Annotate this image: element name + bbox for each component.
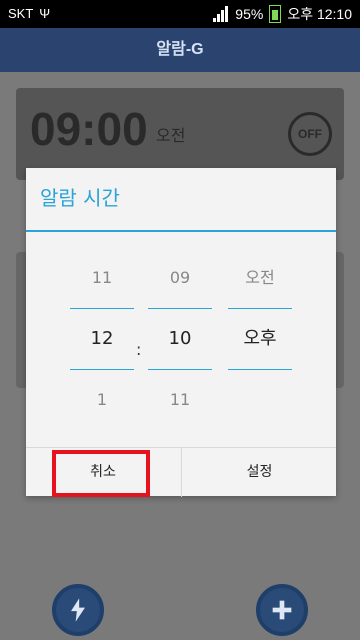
alarm-ampm: 오전 [156,126,186,145]
time-separator: : [136,340,142,359]
battery-icon [269,5,282,23]
usb-icon: Ψ [39,6,51,21]
hour-picker[interactable]: 11 12 1 [70,248,134,430]
minute-picker[interactable]: 09 10 11 [148,248,212,430]
alarm-time: 09:00 [30,103,148,155]
carrier-label: SKT [8,6,34,21]
ampm-prev[interactable]: 오전 [228,248,292,308]
hour-next[interactable]: 1 [70,370,134,430]
time-picker: 11 12 1 : 09 10 11 오전 오후 [26,248,336,448]
status-bar: SKT Ψ 95% 오후 12:10 [0,0,360,28]
dialog-title-divider [26,230,336,232]
hour-current[interactable]: 12 [70,309,134,369]
app-title-bar: 알람-G [0,28,360,72]
lightning-icon [71,598,85,622]
signal-icon [213,6,229,22]
cancel-highlight-box [52,450,150,497]
alarm-off-toggle: OFF [288,112,332,156]
status-time: 오후 12:10 [287,6,352,22]
alarm-card: 09:00 오전 OFF [16,88,344,180]
set-button[interactable]: 설정 [181,448,337,497]
alarm-time-dialog: 알람 시간 11 12 1 : 09 10 11 오전 오후 취소 설정 [26,168,336,497]
status-left: SKT Ψ [8,6,50,21]
plus-icon [272,600,292,620]
minute-prev[interactable]: 09 [148,248,212,308]
status-right: 95% 오후 12:10 [213,4,352,24]
ampm-picker[interactable]: 오전 오후 [228,248,292,430]
battery-percent: 95% [235,6,264,22]
minute-current[interactable]: 10 [148,309,212,369]
dialog-title: 알람 시간 [40,186,120,210]
ampm-current[interactable]: 오후 [228,309,292,369]
alarm-add-icon[interactable] [256,584,308,636]
dialog-buttons: 취소 설정 [26,447,336,497]
ampm-next [228,370,292,430]
hour-prev[interactable]: 11 [70,248,134,308]
minute-next[interactable]: 11 [148,370,212,430]
alarm-lightning-icon[interactable] [52,584,104,636]
app-title: 알람-G [156,41,204,58]
